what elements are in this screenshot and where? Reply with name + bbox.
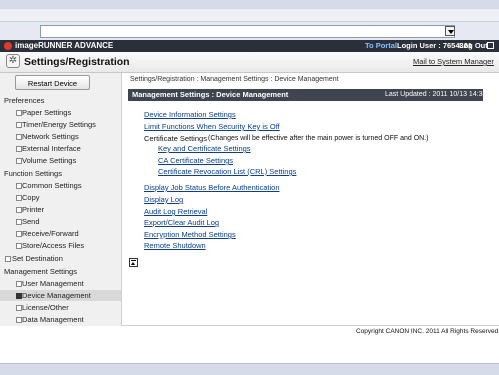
sidebar-item-common-settings[interactable]: Common Settings bbox=[0, 180, 121, 191]
display-log-link[interactable]: Display Log bbox=[144, 195, 183, 204]
sidebar-item-timer-energy[interactable]: Timer/Energy Settings bbox=[0, 119, 121, 130]
limit-functions-link[interactable]: Limit Functions When Security Key is Off bbox=[144, 122, 280, 131]
breadcrumb: Settings/Registration : Management Setti… bbox=[130, 76, 339, 83]
sidebar-item-data-management[interactable]: Data Management bbox=[0, 314, 121, 325]
browser-title-strip bbox=[0, 0, 499, 9]
settings-registration-icon: ✲ bbox=[6, 54, 20, 68]
product-name: imageRUNNER ADVANCE bbox=[15, 41, 114, 50]
bullet-icon bbox=[5, 256, 11, 262]
sidebar-item-volume[interactable]: Volume Settings bbox=[0, 155, 121, 166]
ca-certificate-settings-link[interactable]: CA Certificate Settings bbox=[158, 156, 233, 165]
section-header-function-settings: Function Settings bbox=[4, 169, 62, 178]
device-information-settings-link[interactable]: Device Information Settings bbox=[144, 110, 236, 119]
encryption-method-settings-link[interactable]: Encryption Method Settings bbox=[144, 230, 236, 239]
sidebar-item-license-other[interactable]: License/Other bbox=[0, 302, 121, 313]
canon-logo-icon bbox=[4, 42, 12, 50]
restart-device-button[interactable]: Restart Device bbox=[15, 75, 90, 90]
export-clear-audit-log-link[interactable]: Export/Clear Audit Log bbox=[144, 218, 219, 227]
logout-link[interactable]: Log Out bbox=[459, 41, 488, 51]
section-title: Management Settings : Device Management bbox=[132, 90, 289, 99]
sidebar-item-send[interactable]: Send bbox=[0, 216, 121, 227]
close-icon[interactable] bbox=[487, 42, 494, 49]
sidebar-item-paper-settings[interactable]: Paper Settings bbox=[0, 107, 121, 118]
sidebar-item-store-access-files[interactable]: Store/Access Files bbox=[0, 240, 121, 251]
display-job-status-link[interactable]: Display Job Status Before Authentication bbox=[144, 183, 280, 192]
address-dropdown-icon[interactable] bbox=[445, 26, 455, 36]
last-updated-label: Last Updated : 2011 10/13 14:38:58 bbox=[385, 91, 497, 98]
sidebar-item-copy[interactable]: Copy bbox=[0, 192, 121, 203]
certificate-settings-label: Certificate Settings bbox=[144, 134, 207, 143]
page-title: Settings/Registration bbox=[24, 56, 130, 68]
sidebar-item-external-interface[interactable]: External Interface bbox=[0, 143, 121, 154]
crl-settings-link[interactable]: Certificate Revocation List (CRL) Settin… bbox=[158, 167, 296, 176]
footer-divider bbox=[122, 325, 499, 326]
remote-shutdown-link[interactable]: Remote Shutdown bbox=[144, 241, 206, 250]
sidebar-item-set-destination[interactable]: Set Destination bbox=[0, 253, 121, 264]
sidebar-item-user-management[interactable]: User Management bbox=[0, 278, 121, 289]
audit-log-retrieval-link[interactable]: Audit Log Retrieval bbox=[144, 207, 207, 216]
copyright-text: Copyright CANON INC. 2011 All Rights Res… bbox=[356, 328, 499, 335]
browser-toolbar bbox=[0, 9, 499, 22]
section-header-management-settings: Management Settings bbox=[4, 267, 77, 276]
section-header-preferences: Preferences bbox=[4, 96, 45, 105]
sidebar-item-device-management[interactable]: Device Management bbox=[0, 290, 121, 301]
browser-status-bar bbox=[0, 363, 499, 375]
to-portal-link[interactable]: To Portal bbox=[365, 41, 397, 51]
certificate-settings-note: (Changes will be effective after the mai… bbox=[208, 135, 429, 142]
mail-to-system-manager-link[interactable]: Mail to System Manager bbox=[413, 57, 494, 66]
back-to-top-icon[interactable] bbox=[129, 258, 138, 267]
address-input[interactable] bbox=[40, 25, 455, 38]
sidebar-item-network[interactable]: Network Settings bbox=[0, 131, 121, 142]
key-certificate-settings-link[interactable]: Key and Certificate Settings bbox=[158, 144, 251, 153]
sidebar-item-printer[interactable]: Printer bbox=[0, 204, 121, 215]
sidebar-item-receive-forward[interactable]: Receive/Forward bbox=[0, 228, 121, 239]
